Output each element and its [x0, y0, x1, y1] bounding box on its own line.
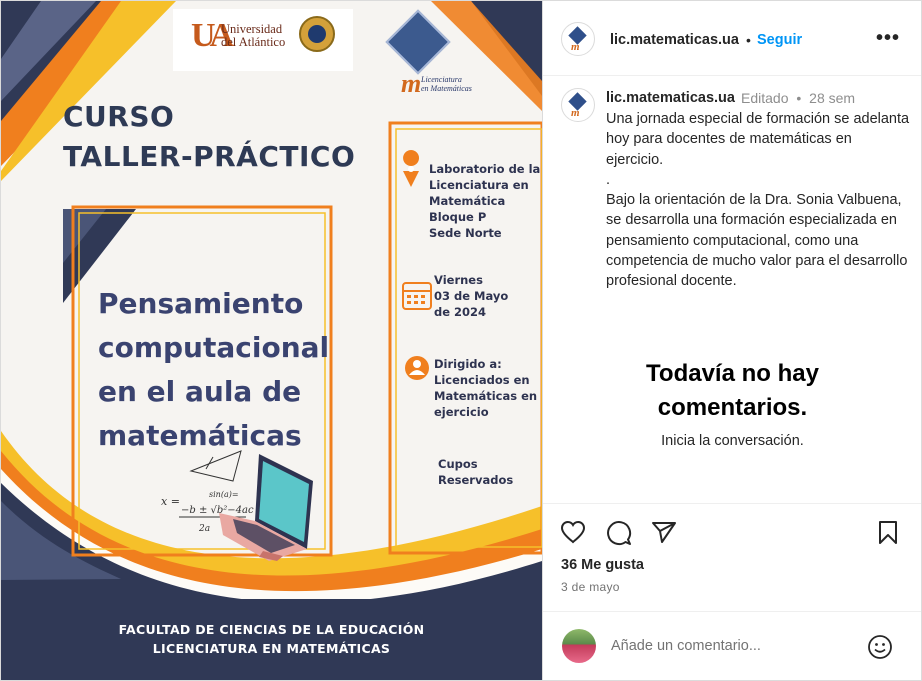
audience-line: Matemáticas en [434, 389, 538, 403]
bookmark-icon [879, 521, 897, 544]
current-user-avatar [562, 629, 596, 663]
caption-text: Una jornada especial de formación se ade… [606, 111, 910, 290]
edited-label: Editado [741, 90, 789, 106]
course-heading-line2: TALLER-PRÁCTICO [63, 140, 356, 173]
course-title-line: matemáticas [98, 419, 302, 452]
location-line: Licenciatura en [429, 178, 529, 192]
logo-m-icon: m [571, 107, 580, 119]
comment-button[interactable] [606, 520, 632, 546]
date-info: Viernes 03 de Mayo de 2024 [434, 272, 508, 320]
seats-info: Cupos Reservados [438, 456, 513, 488]
licenciatura-logo: m Licenciatura en Matemáticas [385, 9, 477, 103]
comment-icon [607, 521, 631, 545]
share-icon [652, 522, 676, 543]
location-line: Matemática [429, 194, 506, 208]
add-comment-row [543, 611, 921, 680]
university-name: Universidad del Atlántico [221, 23, 285, 49]
seats-line: Reservados [438, 473, 514, 487]
course-heading-line1: CURSO [63, 100, 175, 133]
licenciatura-text-line2: en Matemáticas [421, 84, 472, 93]
post-date[interactable]: 3 de mayo [561, 580, 620, 594]
licenciatura-text-line1: Licenciatura [421, 75, 462, 84]
svg-text:sin(a)=: sin(a)= [209, 490, 239, 499]
post-age[interactable]: 28 sem [809, 90, 855, 106]
university-logo: UA Universidad del Atlántico [173, 9, 353, 71]
course-title: Pensamiento computacional en el aula de … [98, 282, 338, 458]
smiley-icon [868, 635, 892, 659]
comment-input[interactable] [611, 638, 861, 654]
university-name-line2: del Atlántico [221, 35, 286, 49]
svg-text:−b ± √b²−4ac: −b ± √b²−4ac [181, 505, 254, 516]
post-header: m lic.matematicas.ua • Seguir ••• [543, 1, 921, 76]
logo-m-icon: m [571, 41, 580, 53]
audience-line: Dirigido a: [434, 357, 502, 371]
meta-separator: • [796, 90, 802, 106]
audience-line: ejercicio [434, 405, 489, 419]
emoji-button[interactable] [867, 634, 893, 660]
university-seal-icon [299, 16, 335, 52]
faculty-name: FACULTAD DE CIENCIAS DE LA EDUCACIÓN [118, 622, 425, 637]
no-comments-subtitle: Inicia la conversación. [661, 433, 804, 449]
location-line: Laboratorio de la [429, 162, 541, 176]
svg-text:2a: 2a [198, 524, 210, 534]
svg-text:x =: x = [161, 495, 180, 508]
heart-icon [560, 520, 586, 544]
location-line: Bloque P [429, 210, 487, 224]
location-info: Laboratorio de la Licenciatura en Matemá… [429, 161, 540, 241]
post-image[interactable]: x = −b ± √b²−4ac 2a sin(a)= UA Universid… [1, 1, 542, 680]
no-comments-title: Todavía no hay comentarios. [543, 357, 921, 425]
licenciatura-initial: m [401, 69, 422, 98]
program-name: LICENCIATURA EN MATEMÁTICAS [152, 641, 391, 656]
audience-line: Licenciados en [434, 373, 530, 387]
course-title-line: Pensamiento [98, 287, 304, 320]
profile-avatar[interactable]: m [561, 22, 595, 56]
licenciatura-text: Licenciatura en Matemáticas [421, 75, 472, 93]
course-title-line: computacional [98, 331, 330, 364]
more-options-button[interactable]: ••• [876, 27, 900, 50]
date-line: 03 de Mayo [434, 289, 509, 303]
no-comments-line1: Todavía no hay [646, 360, 819, 387]
caption-username[interactable]: lic.matematicas.ua [606, 90, 735, 106]
licenciatura-diamond-icon [385, 9, 451, 75]
save-button[interactable] [877, 520, 899, 546]
course-heading: CURSO TALLER-PRÁCTICO [63, 97, 355, 177]
header-separator: • [746, 32, 751, 48]
location-line: Sede Norte [429, 226, 502, 240]
caption-avatar[interactable]: m [561, 88, 595, 122]
seats-line: Cupos [438, 457, 478, 471]
poster-footer-text: FACULTAD DE CIENCIAS DE LA EDUCACIÓN LIC… [1, 620, 542, 658]
audience-info: Dirigido a: Licenciados en Matemáticas e… [434, 356, 537, 420]
date-line: de 2024 [434, 305, 487, 319]
course-title-line: en el aula de [98, 375, 302, 408]
action-bar [543, 503, 921, 545]
more-horizontal-icon: ••• [876, 27, 901, 49]
share-button[interactable] [651, 520, 677, 544]
like-button[interactable] [560, 520, 586, 544]
likes-count[interactable]: 36 Me gusta [561, 557, 644, 573]
caption-meta: Editado • 28 sem [741, 90, 855, 106]
no-comments-line2: comentarios. [657, 394, 808, 421]
post-side-panel: m lic.matematicas.ua • Seguir ••• m lic.… [542, 1, 921, 680]
post-dialog: x = −b ± √b²−4ac 2a sin(a)= UA Universid… [0, 0, 922, 681]
header-username[interactable]: lic.matematicas.ua [610, 32, 739, 48]
follow-button[interactable]: Seguir [757, 32, 802, 48]
date-line: Viernes [434, 273, 483, 287]
